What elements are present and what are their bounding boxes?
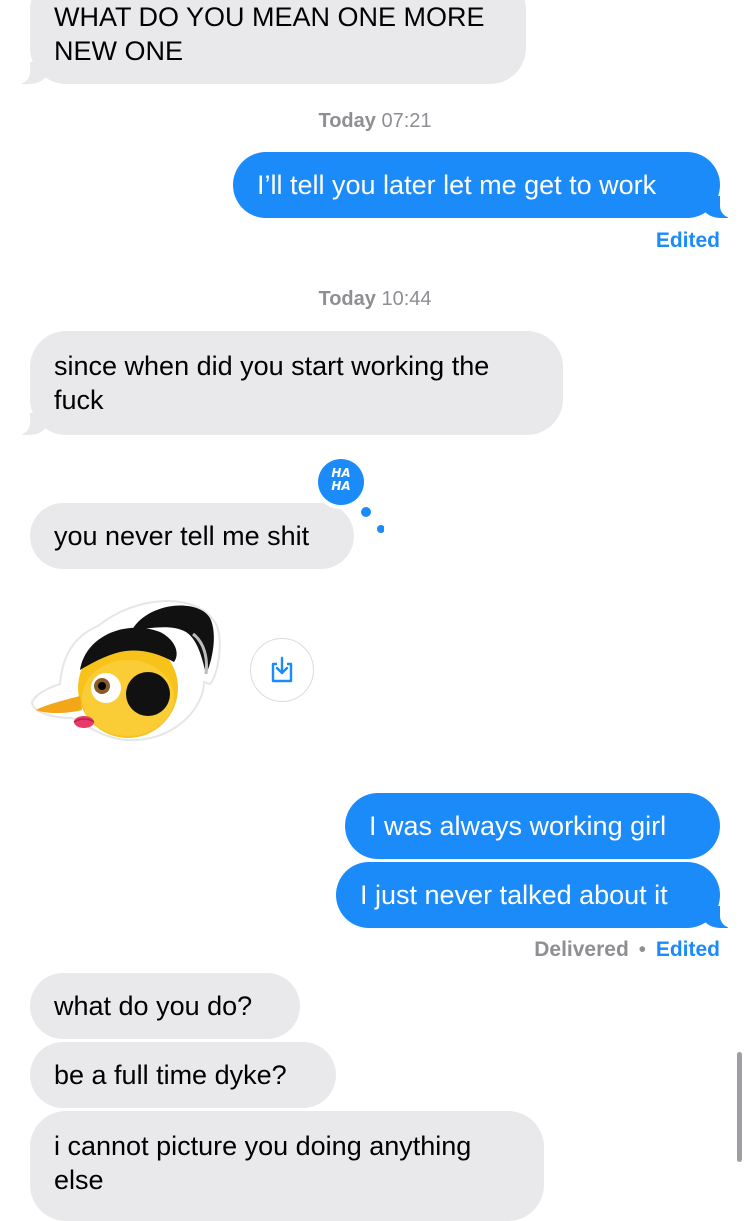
- edited-status[interactable]: Edited: [656, 229, 720, 253]
- timestamp-day: Today: [318, 110, 376, 132]
- message-text: be a full time dyke?: [54, 1060, 287, 1090]
- status-separator: •: [638, 938, 646, 961]
- save-sticker-button[interactable]: [250, 638, 314, 702]
- outgoing-message[interactable]: I’ll tell you later let me get to work: [233, 152, 734, 218]
- message-text: you never tell me shit: [54, 521, 310, 551]
- memoji-sticker[interactable]: [28, 596, 228, 746]
- incoming-message[interactable]: WHAT DO YOU MEAN ONE MORE NEW ONE: [16, 0, 526, 84]
- delivery-status: Delivered • Edited: [534, 938, 720, 962]
- message-text: since when did you start working the fuc…: [54, 351, 490, 415]
- message-text: i cannot picture you doing anything else: [54, 1131, 472, 1195]
- timestamp-day: Today: [318, 288, 376, 310]
- haha-tapback-icon[interactable]: HA HA: [314, 455, 385, 536]
- edited-label[interactable]: Edited: [656, 229, 720, 252]
- delivered-label: Delivered: [534, 938, 629, 961]
- outgoing-message[interactable]: I just never talked about it: [336, 862, 734, 928]
- edited-label[interactable]: Edited: [656, 938, 720, 961]
- incoming-message[interactable]: what do you do?: [30, 973, 300, 1039]
- tapback-label: HA HA: [318, 467, 364, 493]
- incoming-message[interactable]: i cannot picture you doing anything else: [30, 1111, 544, 1221]
- timestamp: Today 10:44: [0, 288, 750, 311]
- outgoing-message[interactable]: I was always working girl: [345, 793, 720, 859]
- timestamp-time: 10:44: [381, 288, 432, 310]
- message-text: I was always working girl: [369, 811, 667, 841]
- save-download-icon: [271, 656, 293, 683]
- message-text: what do you do?: [54, 991, 253, 1021]
- message-text: I’ll tell you later let me get to work: [257, 170, 657, 200]
- message-text: WHAT DO YOU MEAN ONE MORE NEW ONE: [54, 2, 485, 66]
- incoming-message[interactable]: you never tell me shit: [30, 503, 354, 569]
- timestamp: Today 07:21: [0, 110, 750, 133]
- message-text: I just never talked about it: [360, 880, 668, 910]
- incoming-message[interactable]: be a full time dyke?: [30, 1042, 336, 1108]
- memoji-sticker-image: [30, 600, 221, 742]
- tapback-line: HA: [331, 479, 351, 493]
- timestamp-time: 07:21: [381, 110, 432, 132]
- scrollbar[interactable]: [737, 1052, 742, 1162]
- incoming-message[interactable]: since when did you start working the fuc…: [16, 331, 563, 435]
